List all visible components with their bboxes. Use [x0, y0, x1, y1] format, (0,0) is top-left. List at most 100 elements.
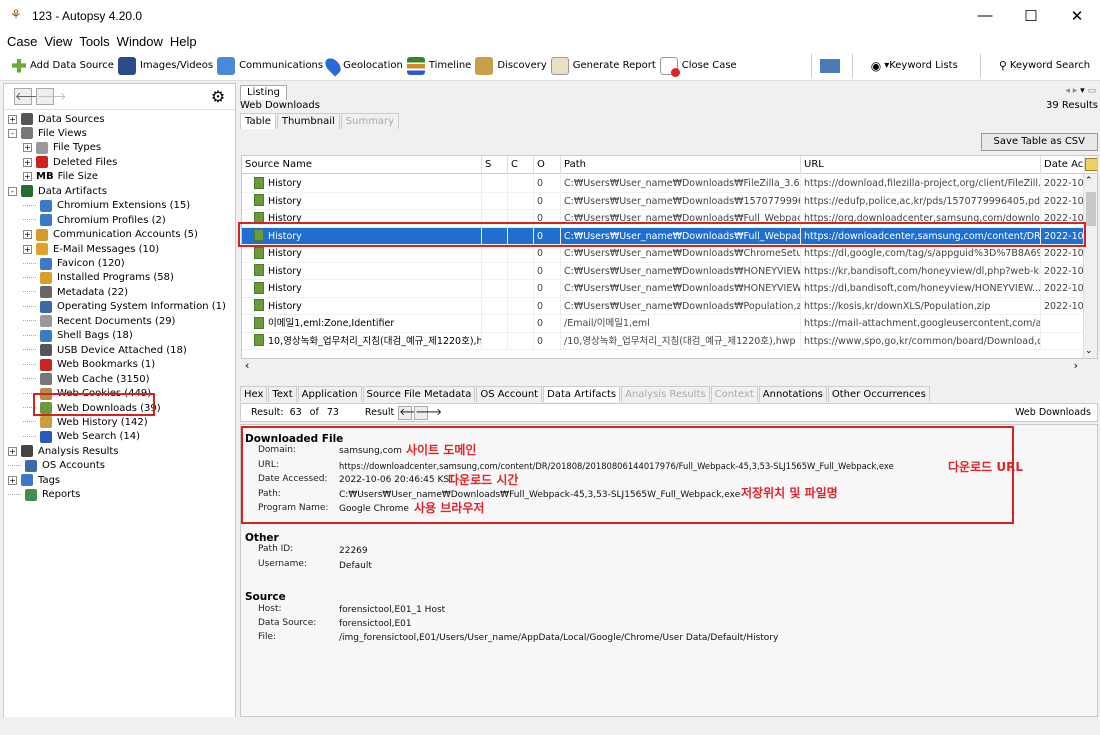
tree-item-shell-bags[interactable]: Shell Bags (18)	[23, 329, 133, 343]
discovery-button[interactable]: Discovery	[475, 53, 547, 79]
column-chooser-icon[interactable]	[1085, 158, 1097, 171]
tags-icon	[21, 474, 33, 487]
expand-icon[interactable]: +	[8, 114, 17, 124]
table-row[interactable]: History 0 C:₩Users₩User_name₩Downloads₩Pop…	[242, 297, 1085, 315]
table-row[interactable]: History 0 C:₩Users₩User_name₩Downloads₩HON…	[242, 280, 1085, 298]
tree-item-metadata[interactable]: Metadata (22)	[23, 285, 128, 299]
previous-result-button[interactable]: 🡐	[398, 405, 426, 420]
generate-report-button[interactable]: Generate Report	[550, 53, 656, 79]
tab-thumbnail[interactable]: Thumbnail	[276, 113, 340, 129]
tree-item-chromium-profiles[interactable]: Chromium Profiles (2)	[23, 213, 166, 227]
tree-item-web-history[interactable]: Web History (142)	[23, 415, 148, 429]
next-result-button[interactable]: 🡒	[414, 405, 442, 420]
tree-item-file-types[interactable]: + File Types	[23, 141, 101, 155]
expand-icon[interactable]: +	[8, 475, 17, 485]
tab-os-account[interactable]: OS Account	[476, 386, 543, 402]
tree-item-label: E-Mail Messages (10)	[53, 243, 160, 255]
tree-item-data-sources[interactable]: + Data Sources	[8, 112, 105, 126]
tree-item-communication-accounts[interactable]: + Communication Accounts (5)	[23, 228, 198, 242]
tree-item-e-mail-messages[interactable]: + E-Mail Messages (10)	[23, 242, 159, 256]
tree-item-web-search[interactable]: Web Search (14)	[23, 430, 140, 444]
tab-context[interactable]: Context	[710, 386, 758, 402]
communications-button[interactable]: Communications	[217, 53, 323, 79]
column-o[interactable]: O	[534, 156, 561, 174]
tree-item-tags[interactable]: + Tags	[8, 473, 60, 487]
column-s[interactable]: S	[482, 156, 508, 174]
expand-icon[interactable]: +	[23, 244, 32, 254]
tree-item-favicon[interactable]: Favicon (120)	[23, 257, 125, 271]
menu-view[interactable]: View	[44, 34, 72, 49]
minimize-button[interactable]: —	[962, 0, 1008, 31]
expand-icon[interactable]: +	[23, 157, 32, 167]
tree-item-file-views[interactable]: - File Views	[8, 126, 87, 140]
tab-source-file-metadata[interactable]: Source File Metadata	[362, 386, 476, 402]
tree-item-installed-programs[interactable]: Installed Programs (58)	[23, 271, 174, 285]
scroll-down-icon[interactable]: ⌄	[1085, 346, 1093, 356]
table-vertical-scrollbar[interactable]: ⌃ ⌄	[1083, 174, 1097, 358]
tab-other-occurrences[interactable]: Other Occurrences	[827, 386, 930, 402]
keyword-search-button[interactable]: ⚲ Keyword Search	[999, 53, 1090, 79]
scroll-up-icon[interactable]: ⌃	[1085, 176, 1093, 186]
column-c[interactable]: C	[508, 156, 534, 174]
expand-icon[interactable]: +	[8, 446, 17, 456]
tree-item-reports[interactable]: Reports	[8, 488, 80, 502]
maximize-button[interactable]: ☐	[1008, 0, 1054, 31]
mail-button[interactable]	[819, 53, 844, 79]
scroll-thumb[interactable]	[1086, 192, 1096, 226]
close-button[interactable]: ✕	[1054, 0, 1100, 31]
tree-item-os-accounts[interactable]: OS Accounts	[8, 459, 105, 473]
tab-text[interactable]: Text	[268, 386, 297, 402]
forward-button[interactable]: 🡒	[36, 88, 67, 105]
tab-application[interactable]: Application	[297, 386, 362, 402]
table-row[interactable]: History 0 C:₩Users₩User_name₩Downloads₩157…	[242, 192, 1085, 210]
menu-window[interactable]: Window	[117, 34, 163, 49]
column-path[interactable]: Path	[561, 156, 801, 174]
column-date-accessed[interactable]: Date Ac	[1041, 156, 1085, 174]
tree-item-usb-device-attached[interactable]: USB Device Attached (18)	[23, 343, 187, 357]
tree-item-web-bookmarks[interactable]: Web Bookmarks (1)	[23, 358, 155, 372]
column-url[interactable]: URL	[801, 156, 1041, 174]
table-horizontal-scrollbar[interactable]: ‹ ›	[241, 359, 1098, 373]
tree-item-deleted-files[interactable]: + Deleted Files	[23, 155, 117, 169]
table-row[interactable]: 10,영상녹화_업무처리_지침(대검_예규_제1220호),hw 0/10,영상녹…	[242, 332, 1085, 350]
tab-annotations[interactable]: Annotations	[758, 386, 827, 402]
tree-connector	[23, 431, 36, 437]
tree-item-operating-system-information[interactable]: Operating System Information (1)	[23, 300, 226, 314]
tab-summary[interactable]: Summary	[340, 113, 400, 129]
images-videos-button[interactable]: Images/Videos	[117, 53, 213, 79]
menu-tools[interactable]: Tools	[79, 34, 109, 49]
add-data-source-button[interactable]: Add Data Source	[12, 53, 114, 79]
menu-case[interactable]: Case	[7, 34, 37, 49]
back-button[interactable]: 🡐	[14, 88, 45, 105]
tab-listing[interactable]: Listing	[240, 85, 287, 100]
column-source-name[interactable]: Source Name	[242, 156, 482, 174]
close-case-button[interactable]: Close Case	[659, 53, 737, 79]
tab-analysis-results[interactable]: Analysis Results	[621, 386, 710, 402]
tree-item-web-cache[interactable]: Web Cache (3150)	[23, 372, 150, 386]
collapse-icon[interactable]: -	[8, 128, 17, 138]
expand-icon[interactable]: +	[23, 172, 32, 182]
tree-item-file-size[interactable]: + MB File Size	[23, 170, 98, 184]
menu-help[interactable]: Help	[170, 34, 197, 49]
tree-item-data-artifacts[interactable]: - Data Artifacts	[8, 184, 107, 198]
tree-item-analysis-results[interactable]: + Analysis Results	[8, 444, 119, 458]
scroll-left-icon[interactable]: ‹	[245, 359, 249, 372]
table-row[interactable]: History 0 C:₩Users₩User_name₩Downloads₩Chr…	[242, 245, 1085, 263]
scroll-right-icon[interactable]: ›	[1074, 359, 1078, 372]
timeline-button[interactable]: Timeline	[406, 53, 471, 79]
expand-icon[interactable]: +	[23, 143, 32, 153]
tree-item-recent-documents[interactable]: Recent Documents (29)	[23, 314, 175, 328]
expand-icon[interactable]: +	[23, 230, 32, 240]
tree-item-chromium-extensions[interactable]: Chromium Extensions (15)	[23, 199, 190, 213]
keyword-lists-button[interactable]: ◉ ▾ Keyword Lists	[871, 53, 958, 79]
tab-hex[interactable]: Hex	[240, 386, 268, 402]
collapse-icon[interactable]: -	[8, 186, 17, 196]
table-row[interactable]: History 0 C:₩Users₩User_name₩Downloads₩Fil…	[242, 175, 1085, 193]
tab-data-artifacts[interactable]: Data Artifacts	[543, 386, 621, 402]
geolocation-button[interactable]: Geolocation	[322, 53, 403, 79]
save-table-csv-button[interactable]: Save Table as CSV	[980, 133, 1098, 151]
tab-table[interactable]: Table	[240, 113, 276, 129]
table-row[interactable]: 이메일1,eml:Zone,Identifier 0/Email/이메일1,eml…	[242, 315, 1085, 333]
gear-icon[interactable]: ⚙	[209, 87, 227, 106]
table-row[interactable]: History 0 C:₩Users₩User_name₩Downloads₩HON…	[242, 262, 1085, 280]
